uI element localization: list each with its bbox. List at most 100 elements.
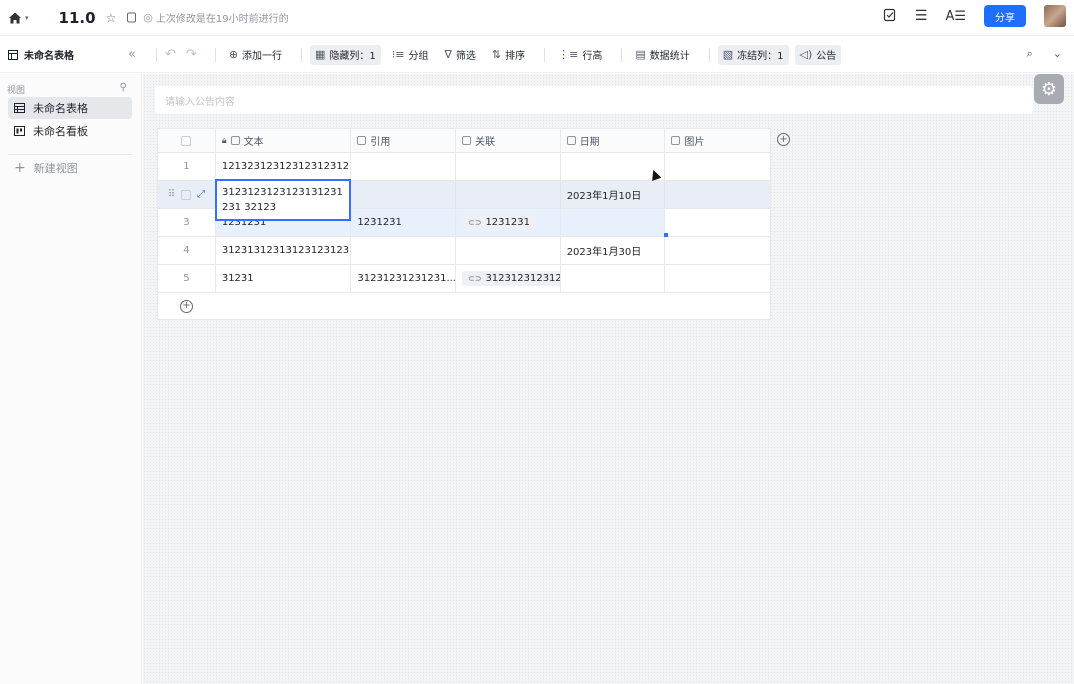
- column-header-image[interactable]: 图片: [665, 129, 770, 152]
- current-view-name: 未命名表格: [24, 51, 74, 62]
- announcement-input[interactable]: 请输入公告内容: [155, 86, 1033, 114]
- divider: [708, 47, 710, 62]
- settings-gear-icon[interactable]: ⚙: [1034, 74, 1064, 104]
- link-field-icon: [462, 136, 472, 145]
- row-height-button[interactable]: ⋮≡ 行高: [553, 45, 607, 65]
- image-cell[interactable]: [665, 153, 770, 180]
- bookmark-icon[interactable]: [126, 12, 137, 23]
- link-icon: ⊂⊃: [468, 274, 482, 283]
- divider: [214, 47, 216, 62]
- chevron-down-icon[interactable]: ⌄: [1053, 47, 1062, 61]
- row-height-icon: ⋮≡: [558, 48, 579, 61]
- share-button[interactable]: 分享: [984, 5, 1026, 27]
- save-status: ◎ 上次修改是在19小时前进行的: [143, 10, 288, 25]
- row-index: 5: [158, 265, 216, 292]
- link-cell[interactable]: [456, 237, 561, 264]
- text-field-icon: [230, 136, 240, 145]
- sidebar-item-label: 未命名看板: [33, 125, 88, 138]
- column-header-link[interactable]: 关联: [456, 129, 561, 152]
- column-header-date[interactable]: 日期: [561, 129, 666, 152]
- star-icon[interactable]: ☆: [106, 11, 117, 25]
- row-index: 1: [158, 153, 216, 180]
- new-view-button[interactable]: + 新建视图: [14, 160, 78, 176]
- table-row[interactable]: 4 31231312313123123123... 2023年1月30日: [158, 237, 770, 265]
- filter-button[interactable]: ∇ 筛选: [440, 45, 481, 65]
- sidebar-item-kanban-view[interactable]: 未命名看板: [8, 120, 132, 142]
- table-icon: [14, 103, 25, 113]
- divider: [621, 47, 623, 62]
- select-all-checkbox[interactable]: [158, 129, 216, 152]
- table-row[interactable]: 1 12132312312312312312...: [158, 153, 770, 181]
- image-cell[interactable]: [665, 181, 770, 208]
- group-icon: ⁝≡: [391, 48, 405, 61]
- plus-circle-icon: +: [777, 133, 790, 146]
- filter-icon: ∇: [444, 48, 452, 61]
- date-cell[interactable]: 2023年1月30日: [561, 237, 666, 264]
- add-column-button[interactable]: +: [777, 133, 790, 146]
- text-cell[interactable]: 12132312312312312312...: [216, 153, 352, 180]
- reference-cell[interactable]: [351, 237, 457, 264]
- reference-cell[interactable]: [351, 153, 457, 180]
- announcement-icon: ◁): [799, 48, 813, 61]
- text-format-icon[interactable]: A☰: [945, 9, 966, 24]
- add-row-button[interactable]: ⊕ 添加一行: [224, 45, 287, 65]
- check-circle-icon: ◎: [143, 11, 153, 24]
- checkbox-icon[interactable]: [181, 189, 192, 200]
- task-check-icon[interactable]: [883, 8, 897, 25]
- image-cell[interactable]: [665, 209, 770, 236]
- sidebar-item-table-view[interactable]: 未命名表格: [8, 97, 132, 119]
- current-view: 未命名表格: [8, 47, 120, 62]
- image-cell[interactable]: [665, 265, 770, 292]
- redo-icon[interactable]: ↷: [186, 47, 197, 62]
- toolbar: 未命名表格 « ↶ ↷ ⊕ 添加一行 ▦ 隐藏列：1 ⁝≡ 分组 ∇ 筛选 ⇅ 排序 ⋮≡…: [0, 37, 1074, 73]
- cell-editor[interactable]: 3123123123123131231231 32123: [215, 179, 351, 221]
- kanban-icon: [14, 126, 25, 136]
- group-button[interactable]: ⁝≡ 分组: [387, 45, 434, 65]
- date-cell[interactable]: [561, 265, 666, 292]
- collapse-sidebar-icon[interactable]: «: [128, 47, 148, 62]
- fill-handle[interactable]: [664, 233, 668, 237]
- add-row-button[interactable]: +: [158, 293, 770, 319]
- home-icon: [9, 12, 21, 23]
- menu-icon[interactable]: ☰: [915, 8, 928, 24]
- search-icon[interactable]: ⌕: [1027, 47, 1033, 61]
- announcement-button[interactable]: ◁) 公告: [794, 44, 842, 65]
- link-cell[interactable]: ⊂⊃ 3123123123123123: [456, 265, 561, 292]
- undo-icon[interactable]: ↶: [165, 47, 176, 62]
- document-title[interactable]: 11.0: [59, 9, 96, 27]
- plus-icon: +: [14, 160, 26, 176]
- reference-cell[interactable]: 31231231231231...: [351, 265, 457, 292]
- column-header-reference[interactable]: 引用: [351, 129, 457, 152]
- row-index: 4: [158, 237, 216, 264]
- hide-columns-button[interactable]: ▦ 隐藏列：1: [310, 44, 381, 65]
- drag-handle-icon[interactable]: ⠿: [168, 189, 175, 200]
- divider: [8, 154, 132, 155]
- text-cell[interactable]: 31231: [216, 265, 352, 292]
- sidebar-section-label: 视图: [7, 86, 26, 96]
- image-cell[interactable]: [665, 237, 770, 264]
- table-header-row: 🔒︎ 文本 引用 关联 日期 图片: [158, 129, 770, 153]
- save-status-text: 上次修改是在19小时前进行的: [155, 14, 289, 25]
- avatar[interactable]: [1044, 5, 1066, 27]
- divider: [301, 47, 303, 62]
- stats-button[interactable]: ▤ 数据统计: [630, 45, 694, 65]
- plus-circle-icon: ⊕: [228, 48, 239, 61]
- linked-record-tag[interactable]: ⊂⊃ 3123123123123123: [462, 271, 560, 286]
- home-button[interactable]: ▾: [8, 11, 29, 25]
- link-cell[interactable]: [456, 153, 561, 180]
- column-header-text[interactable]: 🔒︎ 文本: [216, 129, 352, 152]
- announcement-placeholder: 请输入公告内容: [165, 96, 235, 108]
- row-index: 3: [158, 209, 216, 236]
- sort-button[interactable]: ⇅ 排序: [487, 45, 530, 65]
- expand-row-icon[interactable]: ⤢: [197, 189, 205, 200]
- top-bar: ▾ 11.0 ☆ ◎ 上次修改是在19小时前进行的 ☰ A☰ 分享: [0, 0, 1074, 36]
- freeze-icon: ▧: [722, 48, 734, 61]
- divider: [544, 47, 546, 62]
- table-row[interactable]: 5 31231 31231231231231... ⊂⊃ 31231231231…: [158, 265, 770, 293]
- text-cell[interactable]: 31231312313123123123...: [216, 237, 352, 264]
- image-field-icon: [671, 136, 681, 145]
- reference-field-icon: [357, 136, 367, 145]
- pin-icon[interactable]: ⚲: [120, 82, 127, 93]
- new-view-label: 新建视图: [33, 162, 78, 175]
- freeze-columns-button[interactable]: ▧ 冻结列：1: [717, 44, 789, 65]
